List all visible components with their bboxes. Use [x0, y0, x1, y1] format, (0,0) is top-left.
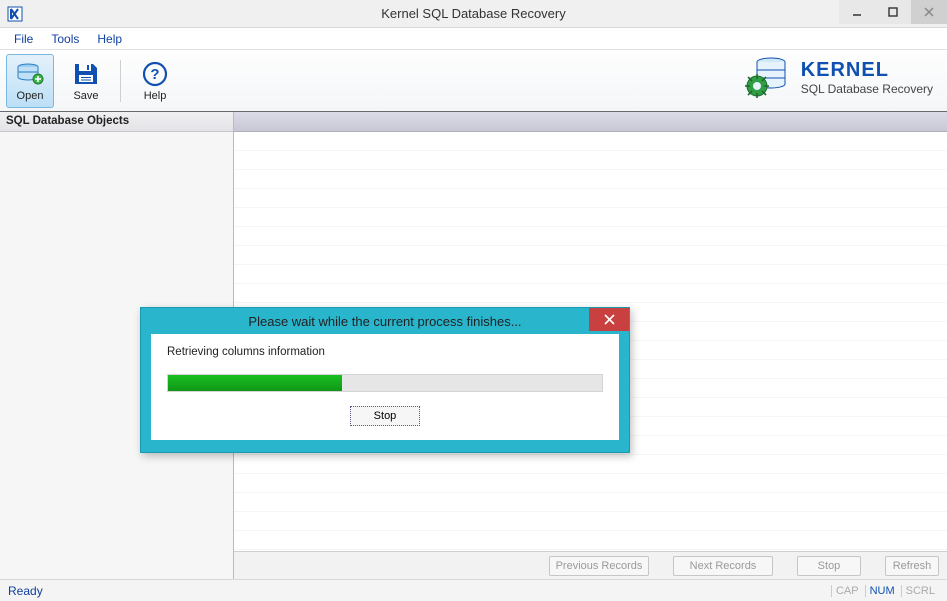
- brand-logo: KERNEL SQL Database Recovery: [743, 54, 933, 100]
- svg-text:?: ?: [150, 66, 159, 83]
- brand-icon: [743, 54, 791, 100]
- dialog-stop-button[interactable]: Stop: [350, 406, 420, 426]
- stop-records-button[interactable]: Stop: [797, 556, 861, 576]
- sidebar-header: SQL Database Objects: [0, 112, 233, 132]
- window-titlebar: Kernel SQL Database Recovery: [0, 0, 947, 28]
- menu-tools[interactable]: Tools: [45, 30, 85, 48]
- help-button[interactable]: ? Help: [131, 54, 179, 108]
- progress-fill: [168, 375, 342, 391]
- window-title: Kernel SQL Database Recovery: [0, 6, 947, 21]
- dialog-title-text: Please wait while the current process fi…: [248, 314, 521, 329]
- save-icon: [70, 59, 102, 89]
- dialog-titlebar: Please wait while the current process fi…: [141, 308, 629, 334]
- toolbar-separator: [120, 60, 121, 102]
- open-icon: [14, 59, 46, 89]
- toolbar: Open Save ? Help: [0, 50, 947, 112]
- refresh-button[interactable]: Refresh: [885, 556, 939, 576]
- status-cap: CAP: [831, 585, 863, 597]
- records-toolbar: Previous Records Next Records Stop Refre…: [234, 551, 947, 579]
- help-icon: ?: [139, 59, 171, 89]
- status-ready: Ready: [0, 584, 831, 598]
- progress-dialog: Please wait while the current process fi…: [140, 307, 630, 453]
- menu-help[interactable]: Help: [91, 30, 128, 48]
- open-button[interactable]: Open: [6, 54, 54, 108]
- app-icon: [6, 5, 24, 23]
- dialog-close-button[interactable]: [589, 308, 629, 331]
- dialog-body: Retrieving columns information Stop: [151, 334, 619, 440]
- save-button[interactable]: Save: [62, 54, 110, 108]
- menu-bar: File Tools Help: [0, 28, 947, 50]
- previous-records-button[interactable]: Previous Records: [549, 556, 649, 576]
- next-records-button[interactable]: Next Records: [673, 556, 773, 576]
- close-button[interactable]: [911, 0, 947, 24]
- main-body: SQL Database Objects Previous Records Ne…: [0, 112, 947, 579]
- help-label: Help: [144, 90, 167, 102]
- save-label: Save: [73, 90, 98, 102]
- toolbar-group-main: Open Save: [0, 50, 116, 112]
- window-controls: [839, 0, 947, 28]
- status-indicators: CAP NUM SCRL: [831, 585, 947, 597]
- menu-file[interactable]: File: [8, 30, 39, 48]
- brand-sub: SQL Database Recovery: [801, 82, 933, 96]
- open-label: Open: [17, 90, 44, 102]
- progress-bar: [167, 374, 603, 392]
- minimize-button[interactable]: [839, 0, 875, 24]
- grid-header: [234, 112, 947, 132]
- status-scrl: SCRL: [901, 585, 939, 597]
- status-bar: Ready CAP NUM SCRL: [0, 579, 947, 601]
- maximize-button[interactable]: [875, 0, 911, 24]
- brand-name: KERNEL: [801, 59, 933, 82]
- toolbar-group-help: ? Help: [125, 50, 185, 112]
- dialog-message: Retrieving columns information: [167, 346, 603, 358]
- status-num: NUM: [865, 585, 899, 597]
